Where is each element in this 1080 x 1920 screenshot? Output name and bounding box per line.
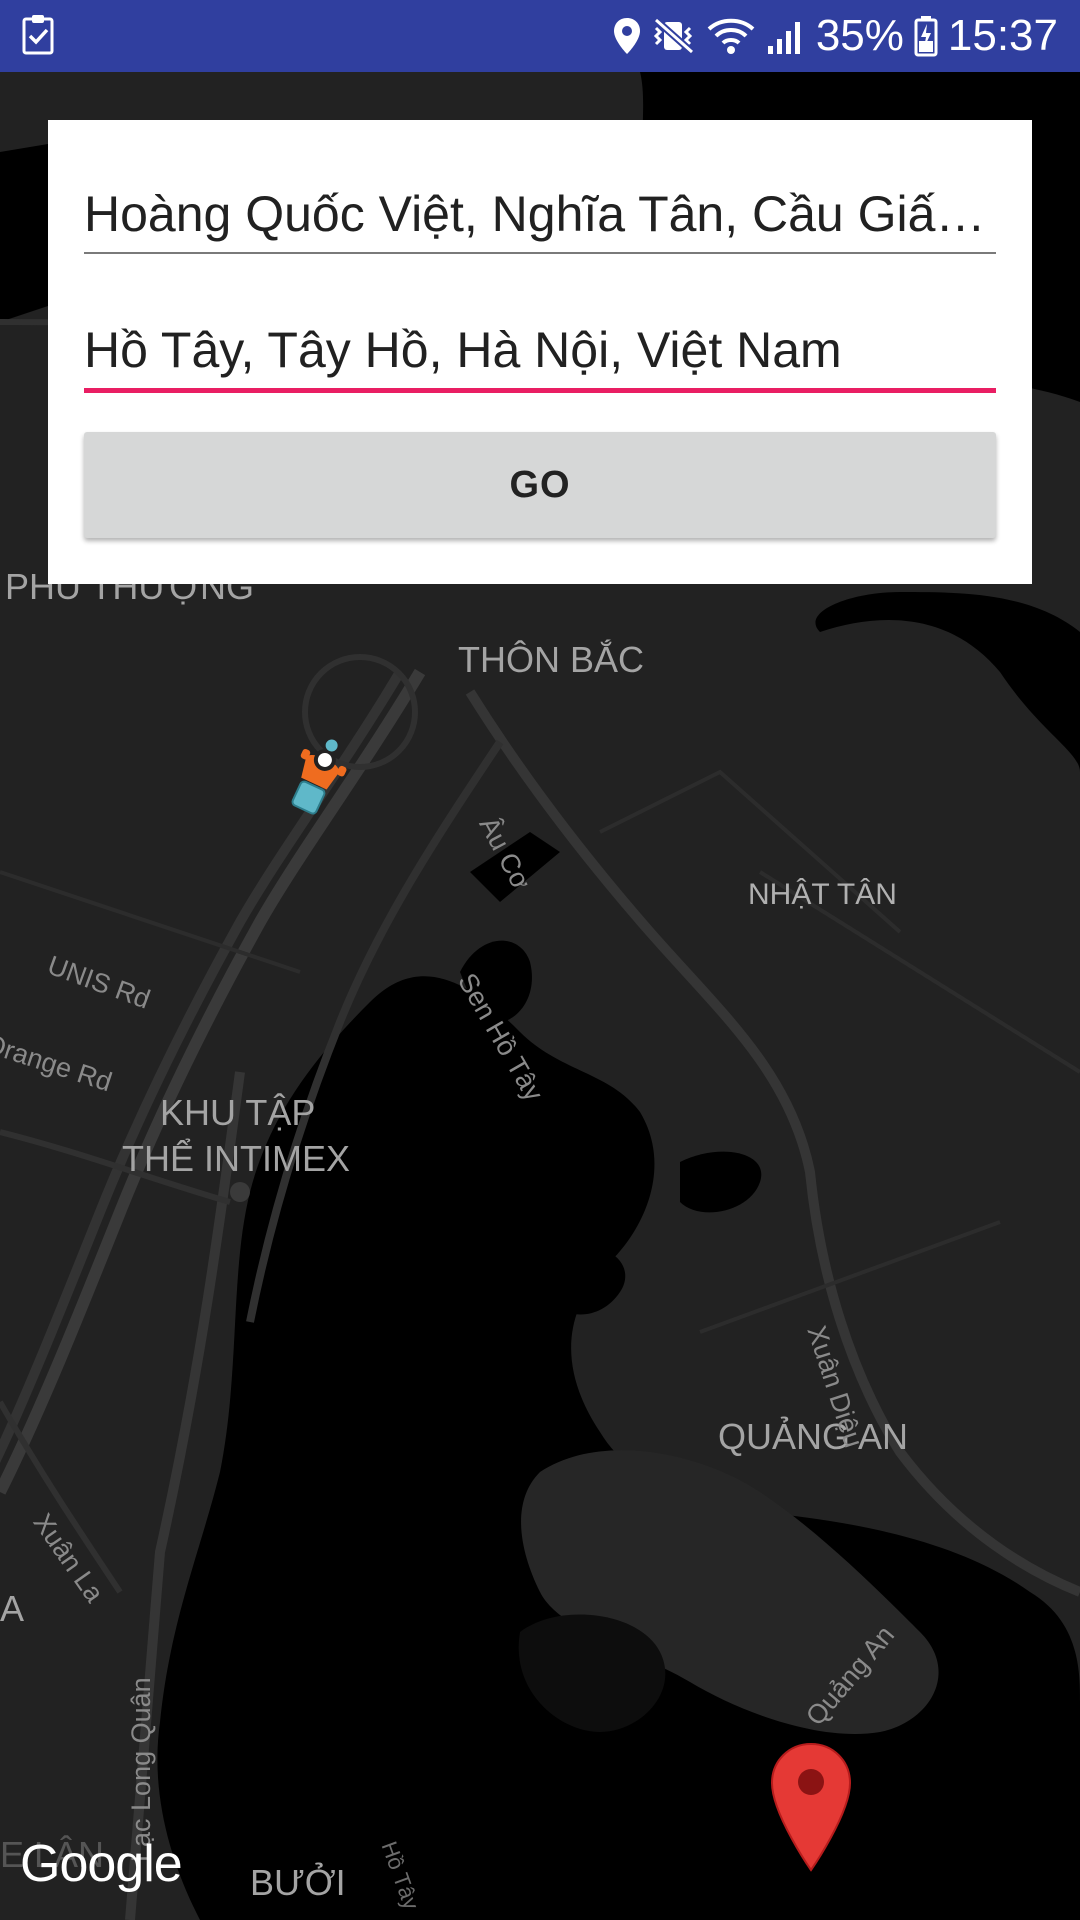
area-label-edge-a: A xyxy=(0,1588,25,1629)
area-label-thon-bac: THÔN BẮC xyxy=(458,639,645,680)
origin-input-underline xyxy=(84,252,996,254)
origin-input[interactable]: Hoàng Quốc Việt, Nghĩa Tân, Cầu Giấy, Hà… xyxy=(84,182,996,246)
area-label-nhat-tan: NHẬT TÂN xyxy=(748,878,897,911)
vibrate-mute-icon xyxy=(652,16,696,56)
area-label-khu-tap-2: THỂ INTIMEX xyxy=(122,1138,351,1179)
destination-input[interactable]: Hồ Tây, Tây Hồ, Hà Nội, Việt Nam xyxy=(84,318,996,382)
signal-icon xyxy=(766,16,806,56)
location-pin-icon xyxy=(612,16,642,56)
area-label-quang-an: QUẢNG AN xyxy=(718,1416,909,1457)
google-attribution-logo: Google xyxy=(20,1835,183,1893)
battery-icon xyxy=(914,15,938,57)
go-button[interactable]: GO xyxy=(84,432,996,538)
destination-input-underline xyxy=(84,388,996,393)
clock: 15:37 xyxy=(947,11,1058,60)
route-form-card: Hoàng Quốc Việt, Nghĩa Tân, Cầu Giấy, Hà… xyxy=(48,120,1032,584)
destination-pin-icon[interactable] xyxy=(770,1742,852,1872)
delivery-rider-icon[interactable] xyxy=(276,734,356,824)
area-label-khu-tap-1: KHU TẬP xyxy=(160,1092,316,1133)
battery-percent: 35% xyxy=(815,11,904,60)
status-bar: 35% 15:37 xyxy=(0,0,1080,72)
area-label-buoi: BƯỞI xyxy=(250,1862,346,1903)
clipboard-check-icon xyxy=(20,14,60,58)
wifi-icon xyxy=(706,16,756,56)
